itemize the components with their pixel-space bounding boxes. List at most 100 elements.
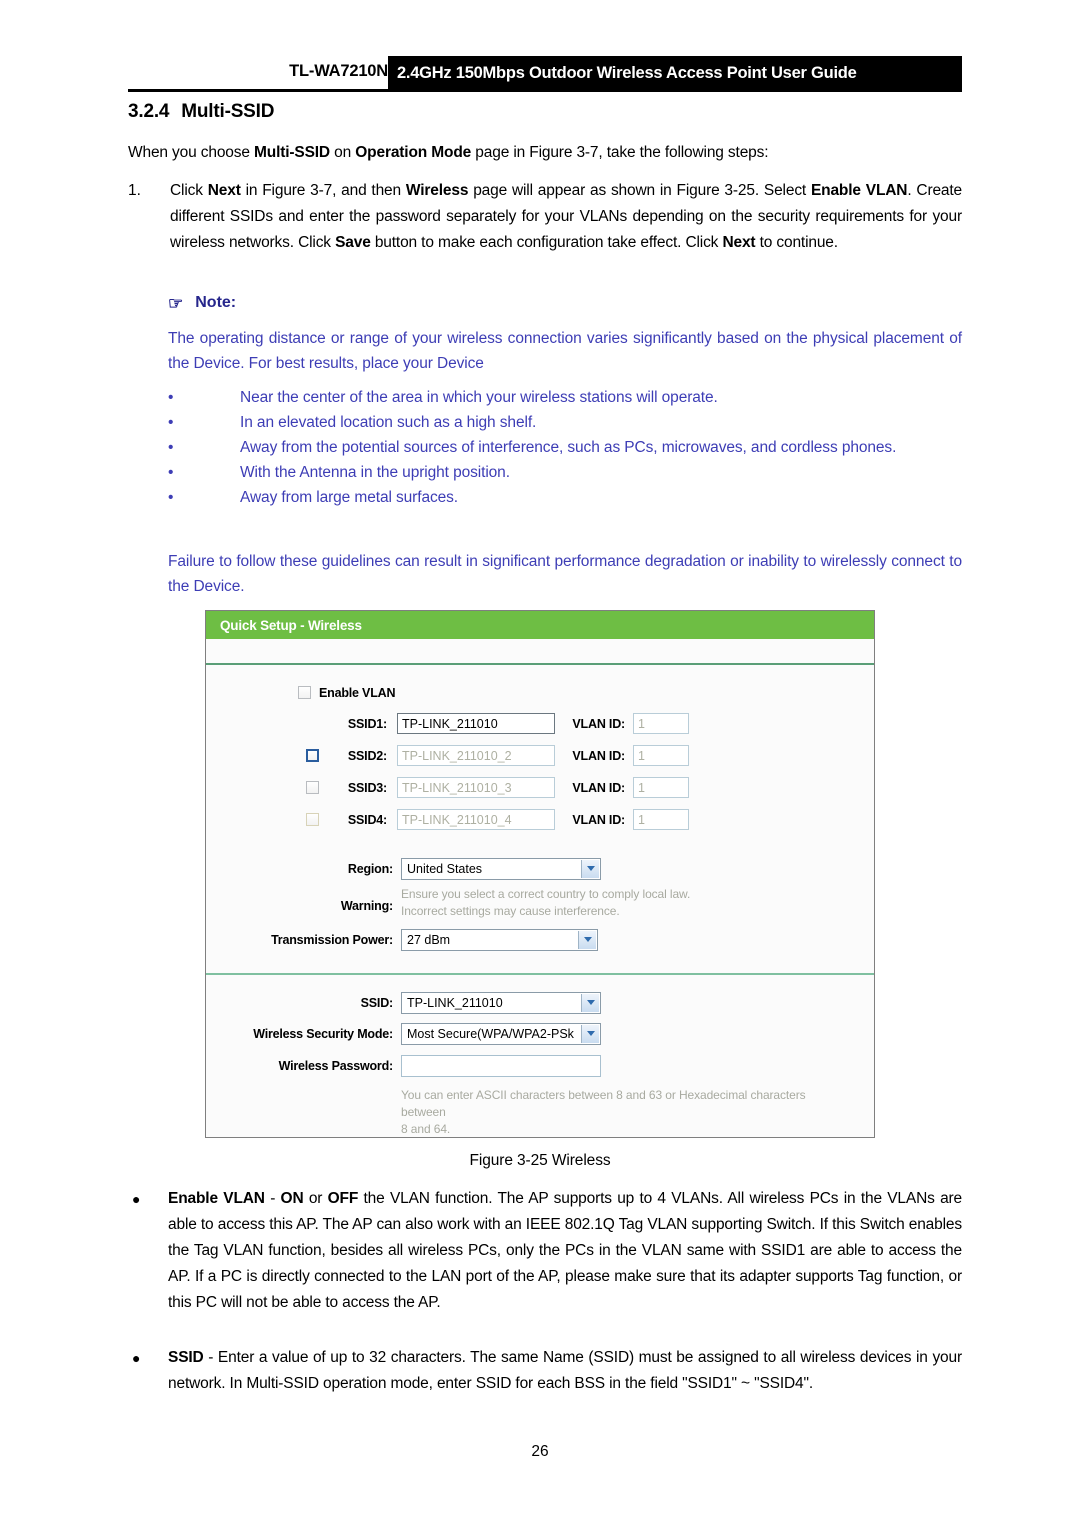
ssid-select[interactable]: TP-LINK_211010 bbox=[401, 991, 601, 1014]
security-mode-label: Wireless Security Mode: bbox=[253, 1026, 393, 1041]
list-item-label: Away from the potential sources of inter… bbox=[240, 439, 897, 456]
transmission-power-select[interactable]: 27 dBm bbox=[401, 928, 598, 951]
bullet-icon: • bbox=[168, 464, 174, 481]
ssid2-vlan-input[interactable]: 1 bbox=[633, 745, 689, 766]
chevron-down-icon[interactable] bbox=[581, 993, 599, 1012]
intro-bold-operation-mode: Operation Mode bbox=[355, 144, 472, 161]
intro-paragraph: When you choose Multi-SSID on Operation … bbox=[128, 140, 962, 165]
header-title-bar: 2.4GHz 150Mbps Outdoor Wireless Access P… bbox=[388, 56, 962, 90]
section-title-text: Multi-SSID bbox=[181, 101, 275, 122]
bullet-bold-off: OFF bbox=[327, 1190, 359, 1207]
ssid1-row: SSID1: TP-LINK_211010 VLAN ID: 1 bbox=[206, 710, 874, 737]
step-text-5: button to make each configuration take e… bbox=[370, 234, 723, 251]
chevron-down-icon[interactable] bbox=[581, 1024, 599, 1043]
ssid1-input[interactable]: TP-LINK_211010 bbox=[397, 713, 555, 734]
ssid2-label: SSID2: bbox=[347, 748, 387, 763]
page-title: 3.2.4 Multi-SSID bbox=[128, 101, 274, 123]
intro-text-3: page in Figure 3-7, take the following s… bbox=[471, 144, 769, 161]
ssid4-row: SSID4: TP-LINK_211010_4 VLAN ID: 1 bbox=[206, 806, 874, 833]
warning-row: Warning: Ensure you select a correct cou… bbox=[206, 886, 874, 920]
list-item-label: Near the center of the area in which you… bbox=[240, 389, 718, 406]
warning-text-line1: Ensure you select a correct country to c… bbox=[401, 887, 691, 901]
ssid3-vlan-input[interactable]: 1 bbox=[633, 777, 689, 798]
wireless-password-input[interactable] bbox=[401, 1054, 601, 1077]
wireless-password-label: Wireless Password: bbox=[278, 1058, 394, 1073]
bullet-bold-on: ON bbox=[280, 1190, 304, 1207]
ssid4-vlan-label: VLAN ID: bbox=[572, 812, 625, 827]
chevron-down-icon[interactable] bbox=[578, 930, 596, 949]
bullet-text-1: - bbox=[264, 1190, 281, 1207]
router-config-screenshot: Quick Setup - Wireless Enable VLAN SSID1… bbox=[205, 610, 875, 1138]
wireless-security-panel: SSID: TP-LINK_211010 Wireless Security M… bbox=[206, 975, 874, 1137]
list-item: • Away from large metal surfaces. bbox=[168, 485, 962, 510]
step-bold-next-2: Next bbox=[722, 234, 756, 251]
ssid2-checkbox[interactable] bbox=[306, 749, 319, 762]
warning-text-line2: Incorrect settings may cause interferenc… bbox=[401, 904, 620, 918]
ssid1-vlan-label: VLAN ID: bbox=[572, 716, 625, 731]
step-body: Click Next in Figure 3-7, and then Wirel… bbox=[170, 178, 962, 256]
ssid1-label: SSID1: bbox=[347, 716, 387, 731]
bullet-icon: ● bbox=[132, 1350, 141, 1366]
step-number: 1. bbox=[128, 182, 141, 199]
bullet-bold-enable-vlan: Enable VLAN bbox=[168, 1190, 265, 1207]
transmission-power-row: Transmission Power: 27 dBm bbox=[206, 926, 874, 953]
password-help-row: You can enter ASCII characters between 8… bbox=[206, 1087, 874, 1137]
step-bold-next: Next bbox=[207, 182, 241, 199]
intro-bold-multi-ssid: Multi-SSID bbox=[253, 144, 330, 161]
ssid1-vlan-input[interactable]: 1 bbox=[633, 713, 689, 734]
bullet-icon: • bbox=[168, 439, 174, 456]
enable-vlan-row: Enable VLAN bbox=[206, 679, 874, 706]
intro-text-1: When you choose bbox=[128, 144, 254, 161]
bullet-icon: ● bbox=[132, 1191, 141, 1207]
panel-title-bar: Quick Setup - Wireless bbox=[206, 611, 874, 639]
security-mode-value: Most Secure(WPA/WPA2-PSk bbox=[407, 1026, 574, 1041]
bullet-text-3: the VLAN function. The AP supports up to… bbox=[168, 1190, 963, 1311]
bullet-icon: • bbox=[168, 389, 174, 406]
step-text-3: page will appear as shown in Figure 3-25… bbox=[468, 182, 811, 199]
ssid2-vlan-label: VLAN ID: bbox=[572, 748, 625, 763]
transmission-power-value: 27 dBm bbox=[407, 932, 451, 947]
enable-vlan-checkbox[interactable] bbox=[298, 686, 311, 699]
page-header: TL-WA7210N 2.4GHz 150Mbps Outdoor Wirele… bbox=[128, 56, 962, 90]
security-mode-select[interactable]: Most Secure(WPA/WPA2-PSk bbox=[401, 1022, 601, 1045]
bullet-icon: • bbox=[168, 414, 174, 431]
password-help-line2: 8 and 64. bbox=[401, 1122, 451, 1136]
ssid3-vlan-label: VLAN ID: bbox=[572, 780, 625, 795]
ssid4-checkbox[interactable] bbox=[306, 813, 319, 826]
step-bold-save: Save bbox=[335, 234, 371, 251]
step-text-2: in Figure 3-7, and then bbox=[240, 182, 406, 199]
region-row: Region: United States bbox=[206, 855, 874, 882]
list-item: • Away from the potential sources of inte… bbox=[168, 435, 962, 460]
pointing-hand-icon: ☞ bbox=[168, 293, 184, 313]
description-bullet-ssid: ● SSID - Enter a value of up to 32 charac… bbox=[128, 1345, 962, 1397]
description-bullet-enable-vlan: ● Enable VLAN - ON or OFF the VLAN functi… bbox=[128, 1186, 962, 1316]
section-number: 3.2.4 bbox=[128, 101, 170, 122]
ssid4-input[interactable]: TP-LINK_211010_4 bbox=[397, 809, 555, 830]
chevron-down-icon[interactable] bbox=[581, 859, 599, 878]
intro-text-2: on bbox=[329, 144, 356, 161]
ssid3-label: SSID3: bbox=[347, 780, 387, 795]
list-item: ● SSID - Enter a value of up to 32 charac… bbox=[128, 1345, 962, 1397]
page-number: 26 bbox=[531, 1443, 549, 1460]
ssid-select-value: TP-LINK_211010 bbox=[407, 995, 503, 1010]
list-item-label: In an elevated location such as a high s… bbox=[240, 414, 537, 431]
step-bold-enable-vlan: Enable VLAN bbox=[810, 182, 908, 199]
ssid3-row: SSID3: TP-LINK_211010_3 VLAN ID: 1 bbox=[206, 774, 874, 801]
password-help-line1: You can enter ASCII characters between 8… bbox=[401, 1088, 806, 1119]
warning-label: Warning: bbox=[340, 899, 393, 913]
wireless-password-row: Wireless Password: bbox=[206, 1052, 874, 1079]
bullet-icon: • bbox=[168, 489, 174, 506]
note-label: Note: bbox=[195, 294, 237, 311]
ssid2-input[interactable]: TP-LINK_211010_2 bbox=[397, 745, 555, 766]
ssid3-checkbox[interactable] bbox=[306, 781, 319, 794]
list-item-label: Away from large metal surfaces. bbox=[240, 489, 459, 506]
ssid2-row: SSID2: TP-LINK_211010_2 VLAN ID: 1 bbox=[206, 742, 874, 769]
list-item: • Near the center of the area in which yo… bbox=[168, 385, 962, 410]
note-paragraph-2: Failure to follow these guidelines can r… bbox=[168, 553, 962, 595]
region-select[interactable]: United States bbox=[401, 857, 601, 880]
region-label: Region: bbox=[347, 861, 393, 876]
header-model-name: TL-WA7210N bbox=[289, 62, 388, 80]
ssid-label: SSID: bbox=[360, 995, 394, 1010]
ssid4-vlan-input[interactable]: 1 bbox=[633, 809, 689, 830]
ssid3-input[interactable]: TP-LINK_211010_3 bbox=[397, 777, 555, 798]
